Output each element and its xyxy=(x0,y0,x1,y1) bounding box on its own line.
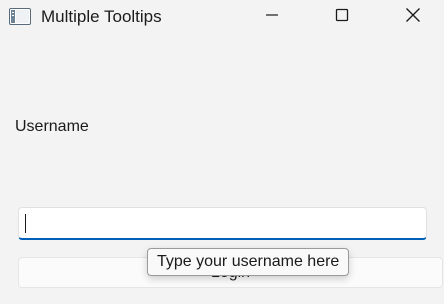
username-input[interactable] xyxy=(18,207,427,240)
username-tooltip: Type your username here xyxy=(147,248,350,276)
minimize-icon xyxy=(265,8,279,27)
username-label: Username xyxy=(15,118,89,135)
text-caret xyxy=(25,214,26,233)
maximize-icon xyxy=(335,8,349,27)
minimize-button[interactable] xyxy=(250,0,294,34)
tooltip-text: Type your username here xyxy=(157,253,340,270)
app-window: Multiple Tooltips Username Type your use… xyxy=(0,0,444,304)
app-window-icon xyxy=(9,8,31,25)
close-button[interactable] xyxy=(391,0,435,34)
close-icon xyxy=(405,7,421,28)
maximize-button[interactable] xyxy=(320,0,364,34)
window-title: Multiple Tooltips xyxy=(41,7,162,26)
title-bar[interactable]: Multiple Tooltips xyxy=(0,0,444,34)
